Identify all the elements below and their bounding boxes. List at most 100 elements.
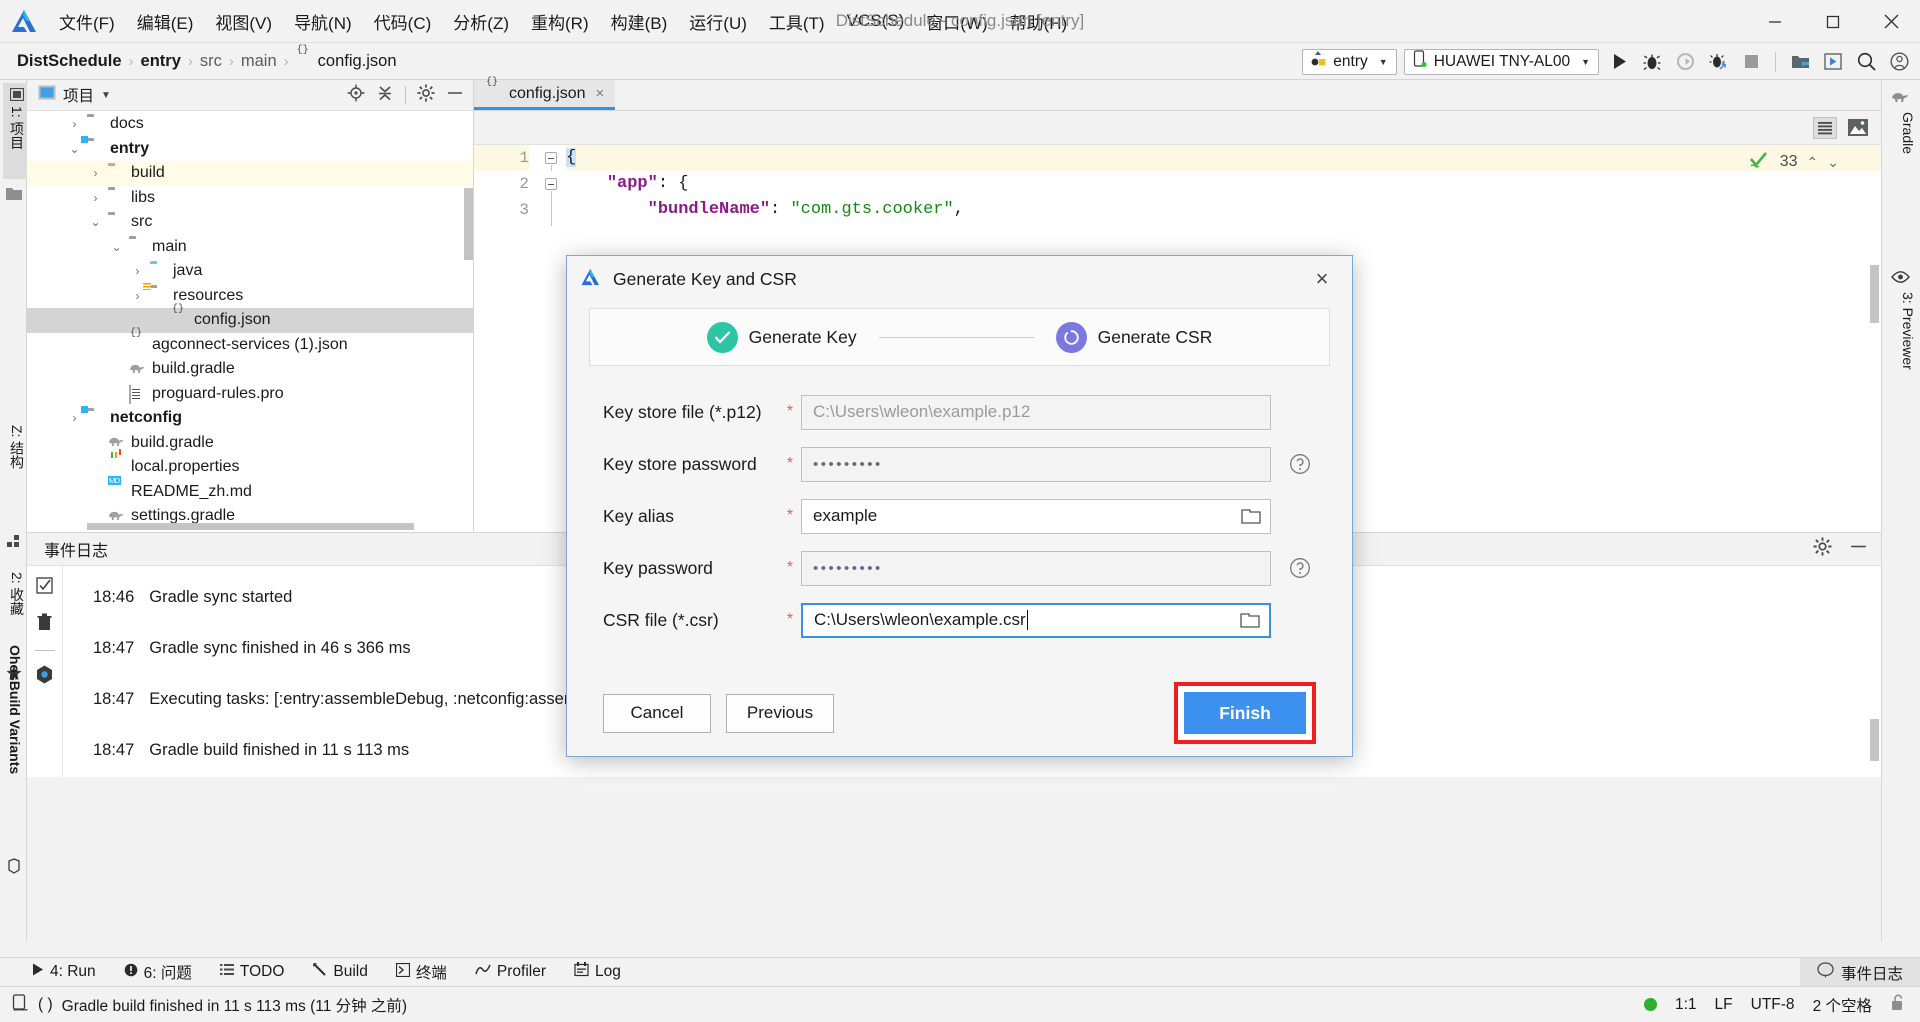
tab-run[interactable]: 4: Run	[27, 961, 101, 983]
key-store-file-p12-input[interactable]: C:\Users\wleon\example.p12	[801, 394, 1271, 430]
event-log-scrollbar[interactable]	[1870, 719, 1879, 761]
tree-item-src[interactable]: ⌄ src	[27, 210, 473, 235]
key-store-password-input[interactable]: •••••••••	[801, 446, 1271, 482]
toolbar[interactable]: entry ▼ HUAWEI TNY-AL00 ▼	[1302, 43, 1912, 80]
tree-item-build[interactable]: › build	[27, 161, 473, 186]
dialog-close-icon[interactable]: ×	[1305, 262, 1339, 296]
chevron-right-icon[interactable]: ›	[89, 166, 102, 180]
code-line[interactable]: {	[566, 145, 1881, 171]
menu-item-navigate[interactable]: 导航(N)	[283, 6, 363, 37]
tree-item-readme-zh-md[interactable]: README_zh.md	[27, 480, 473, 505]
unlocked-icon[interactable]	[1890, 994, 1906, 1016]
finish-button[interactable]: Finish	[1184, 692, 1306, 734]
close-tab-icon[interactable]: ×	[596, 85, 605, 102]
tree-item-netconfig[interactable]: › netconfig	[27, 405, 473, 431]
tab-event-log[interactable]: 事件日志	[1799, 958, 1920, 987]
hide-panel-icon[interactable]	[1849, 537, 1868, 561]
settings-gear-icon[interactable]	[417, 84, 435, 107]
attach-debugger-icon[interactable]	[1705, 49, 1731, 75]
breadcrumb-item-src[interactable]: src	[200, 52, 222, 71]
chevron-down-icon[interactable]: ⌄	[110, 240, 123, 254]
debug-icon[interactable]	[1639, 49, 1665, 75]
chevron-right-icon[interactable]: ›	[131, 264, 144, 278]
tree-item-build-gradle[interactable]: build.gradle	[27, 357, 473, 382]
key-alias-input[interactable]: example	[801, 498, 1271, 534]
menu-item-view[interactable]: 视图(V)	[204, 6, 283, 37]
code-content[interactable]: { "app": { "bundleName": "com.gts.cooker…	[566, 145, 1881, 223]
tree-item-config-json[interactable]: config.json	[27, 308, 473, 333]
tree-item-libs[interactable]: › libs	[27, 186, 473, 211]
project-tree[interactable]: › docs ⌄ entry › build › libs ⌄ src ⌄ main › java › res…	[27, 111, 473, 529]
file-encoding[interactable]: UTF-8	[1751, 996, 1795, 1014]
chevron-up-icon[interactable]: ⌃	[1807, 154, 1819, 171]
line-separator[interactable]: LF	[1715, 996, 1733, 1014]
event-log-toolbar[interactable]	[27, 566, 63, 777]
menu-item-build[interactable]: 构建(B)	[600, 6, 679, 37]
collapse-all-icon[interactable]	[376, 84, 394, 107]
code-folding-column[interactable]	[540, 145, 566, 532]
hide-panel-icon[interactable]	[446, 84, 464, 107]
tree-item-docs[interactable]: › docs	[27, 112, 473, 137]
stop-icon[interactable]	[1738, 49, 1764, 75]
tab-log[interactable]: Log	[569, 960, 626, 984]
text-view-icon[interactable]	[1813, 116, 1837, 139]
browse-folder-icon[interactable]	[1241, 508, 1261, 525]
device-selector[interactable]: HUAWEI TNY-AL00 ▼	[1403, 48, 1599, 75]
window-controls[interactable]	[1746, 0, 1920, 43]
tree-item-java[interactable]: › java	[27, 259, 473, 284]
menu-item-window[interactable]: 窗口(W)	[915, 6, 998, 37]
browse-folder-icon[interactable]	[1240, 612, 1260, 629]
tree-item-resources[interactable]: › resources	[27, 283, 473, 309]
csr-file-csr-input[interactable]: C:\Users\wleon\example.csr	[801, 602, 1271, 638]
project-tree-vertical-scrollbar[interactable]	[464, 188, 473, 260]
chevron-right-icon[interactable]: ›	[131, 289, 144, 303]
help-icon[interactable]	[1289, 453, 1311, 475]
maximize-icon[interactable]	[1804, 0, 1862, 43]
breadcrumb-item-module[interactable]: entry	[141, 52, 181, 71]
preview-image-icon[interactable]	[1846, 117, 1870, 139]
menu-item-help[interactable]: 帮助(H)	[999, 6, 1079, 37]
project-tree-horizontal-scrollbar[interactable]	[87, 523, 414, 530]
close-icon[interactable]	[1862, 0, 1920, 43]
fold-marker[interactable]	[545, 178, 557, 190]
breadcrumb-item-file[interactable]: config.json	[296, 52, 397, 71]
tab-problems[interactable]: 6: 问题	[119, 959, 197, 985]
tree-item-agconnect-services-1-json[interactable]: agconnect-services (1).json	[27, 333, 473, 358]
minimize-icon[interactable]	[1746, 0, 1804, 43]
chevron-down-icon[interactable]: ⌄	[89, 215, 102, 229]
settings-icon[interactable]	[35, 665, 54, 689]
device-manager-icon[interactable]	[1820, 49, 1846, 75]
sidebar-item-previewer[interactable]: 3: Previewer	[1900, 292, 1916, 370]
project-structure-icon[interactable]	[1787, 49, 1813, 75]
bottom-tool-tabs[interactable]: 4: Run 6: 问题 TODO Build 终端 Profiler Log …	[0, 957, 1920, 987]
menu-item-code[interactable]: 代码(C)	[363, 6, 443, 37]
caret-position[interactable]: 1:1	[1675, 996, 1697, 1014]
mark-all-read-icon[interactable]	[36, 577, 53, 599]
tab-profiler[interactable]: Profiler	[470, 961, 551, 984]
tab-build[interactable]: Build	[307, 960, 372, 984]
tree-item-entry[interactable]: ⌄ entry	[27, 136, 473, 162]
tree-item-build-gradle[interactable]: build.gradle	[27, 431, 473, 456]
help-icon[interactable]	[1289, 557, 1311, 579]
chevron-down-icon[interactable]: ▼	[101, 90, 111, 101]
sidebar-item-ohosbuild-variants[interactable]: OhosBuild Variants	[3, 640, 27, 850]
run-icon[interactable]	[1606, 49, 1632, 75]
chevron-right-icon[interactable]: ›	[68, 117, 81, 131]
breadcrumb-item-project[interactable]: DistSchedule	[17, 52, 122, 71]
run-configuration-selector[interactable]: entry ▼	[1302, 48, 1397, 75]
menu-item-edit[interactable]: 编辑(E)	[126, 6, 205, 37]
code-line[interactable]: "app": {	[566, 171, 1881, 197]
fold-marker[interactable]	[545, 152, 557, 164]
chevron-right-icon[interactable]: ›	[89, 191, 102, 205]
menu-bar[interactable]: 文件(F) 编辑(E) 视图(V) 导航(N) 代码(C) 分析(Z) 重构(R…	[48, 6, 1078, 37]
sidebar-item-gradle[interactable]: Gradle	[1900, 112, 1916, 154]
cancel-button[interactable]: Cancel	[603, 693, 711, 733]
search-everywhere-icon[interactable]	[1853, 49, 1879, 75]
menu-item-refactor[interactable]: 重构(R)	[520, 6, 600, 37]
run-with-coverage-icon[interactable]	[1672, 49, 1698, 75]
code-line[interactable]: "bundleName": "com.gts.cooker",	[566, 197, 1881, 223]
inspections-widget[interactable]: 33 ⌃ ⌄	[1749, 151, 1839, 173]
tab-todo[interactable]: TODO	[215, 961, 290, 983]
tree-item-proguard-rules-pro[interactable]: proguard-rules.pro	[27, 382, 473, 407]
tree-item-main[interactable]: ⌄ main	[27, 235, 473, 260]
